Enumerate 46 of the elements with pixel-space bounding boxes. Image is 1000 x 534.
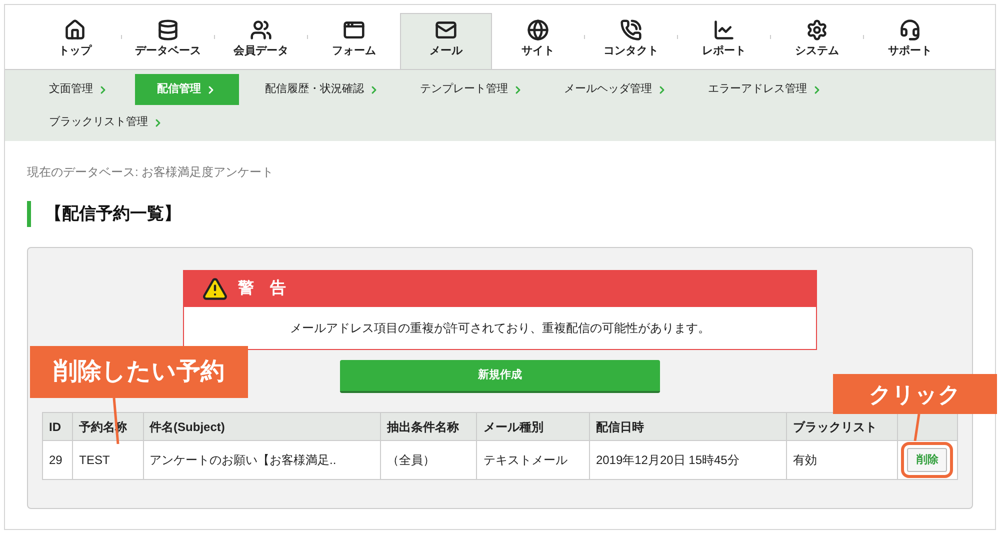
nav-tab[interactable]: サポート — [864, 5, 956, 69]
column-header: ID — [42, 412, 73, 440]
annotation-label: 削除したい予約 — [30, 346, 248, 398]
table-cell: 29 — [42, 440, 73, 480]
warning-message: メールアドレス項目の重複が許可されており、重複配信の可能性があります。 — [289, 320, 711, 337]
nav-tab[interactable]: データベース — [122, 5, 214, 69]
nav-tab[interactable]: トップ — [29, 5, 121, 69]
globe-icon — [527, 18, 549, 40]
warning-icon — [202, 276, 228, 302]
nav-tab[interactable]: 会員データ — [215, 5, 307, 69]
headset-icon — [899, 18, 921, 40]
chart-icon — [713, 18, 735, 40]
mail-icon — [435, 18, 457, 40]
phone-icon — [620, 18, 642, 40]
sub-nav-link[interactable]: ブラックリスト管理 — [35, 107, 178, 138]
sub-nav-link[interactable]: エラーアドレス管理 — [694, 74, 837, 105]
table-cell: （全員） — [380, 440, 477, 480]
nav-tab[interactable]: メール — [400, 13, 492, 69]
table-cell: テキストメール — [476, 440, 590, 480]
table-cell: 有効 — [786, 440, 898, 480]
annotation-label: クリック — [833, 374, 997, 414]
nav-tab[interactable]: コンタクト — [585, 5, 677, 69]
column-header: メール種別 — [476, 412, 590, 440]
database-icon — [157, 18, 179, 40]
window-icon — [343, 18, 365, 40]
table-cell: アンケートのお願い【お客様満足.. — [143, 440, 380, 480]
users-icon — [250, 18, 272, 40]
column-header: 抽出条件名称 — [380, 412, 477, 440]
sub-nav-link[interactable]: 配信履歴・状況確認 — [251, 74, 394, 105]
nav-tab[interactable]: レポート — [678, 5, 770, 69]
home-icon — [64, 18, 86, 40]
sub-nav-link[interactable]: メールヘッダ管理 — [550, 74, 682, 105]
table-cell: 2019年12月20日 15時45分 — [589, 440, 786, 480]
current-database-text: 現在のデータベース: お客様満足度アンケート — [27, 164, 274, 181]
nav-tab[interactable]: フォーム — [308, 5, 400, 69]
nav-tab[interactable]: サイト — [492, 5, 584, 69]
sub-nav-link[interactable]: 文面管理 — [35, 74, 123, 105]
warning-title: 警 告 — [238, 278, 286, 299]
nav-tab[interactable]: システム — [771, 5, 863, 69]
leader-line — [913, 414, 921, 441]
column-header: 配信日時 — [589, 412, 786, 440]
page-heading: 【配信予約一覧】 — [27, 201, 181, 227]
sub-nav-link[interactable]: テンプレート管理 — [406, 74, 538, 105]
table-cell: TEST — [72, 440, 144, 480]
settings-icon — [806, 18, 828, 40]
column-header: 件名(Subject) — [143, 412, 380, 440]
